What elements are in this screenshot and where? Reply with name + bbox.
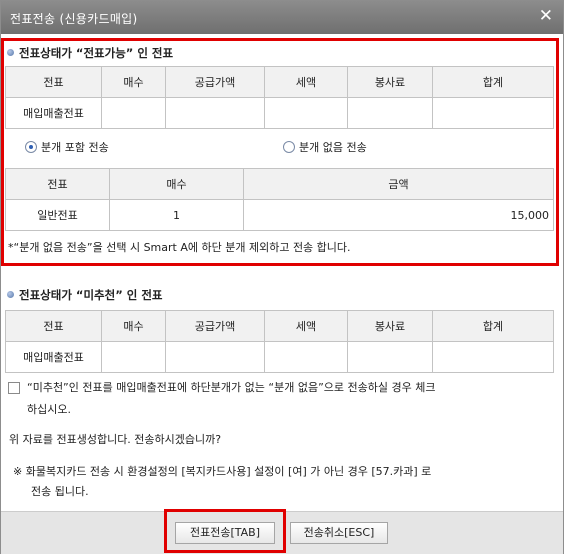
info-message-line2: 전송 됩니다. bbox=[31, 485, 89, 498]
col-header: 봉사료 bbox=[347, 310, 433, 342]
radio-exclude-journal[interactable]: 분개 없음 전송 bbox=[283, 139, 367, 155]
col-header: 매수 bbox=[101, 310, 166, 342]
send-voucher-button[interactable]: 전표전송[TAB] bbox=[175, 522, 275, 544]
table-cell bbox=[432, 341, 554, 373]
table-header-row: 전표 매수 금액 bbox=[5, 168, 554, 200]
col-header: 합계 bbox=[432, 66, 554, 98]
section2-heading: 전표상태가 “미추천” 인 전표 bbox=[7, 287, 163, 303]
checkbox-label-line1: “미추천”인 전표를 매입매출전표에 하단분개가 없는 “분개 없음”으로 전송… bbox=[27, 381, 436, 394]
section1-note: *“분개 없음 전송”을 선택 시 Smart A에 하단 분개 제외하고 전송… bbox=[8, 241, 351, 254]
col-header: 공급가액 bbox=[165, 310, 265, 342]
confirm-message: 위 자료를 전표생성합니다. 전송하시겠습니까? bbox=[9, 433, 222, 446]
col-header: 전표 bbox=[5, 310, 102, 342]
unrecommended-no-journal-checkbox[interactable] bbox=[8, 382, 20, 394]
table-header-row: 전표 매수 공급가액 세액 봉사료 합계 bbox=[5, 310, 554, 342]
col-header: 전표 bbox=[5, 168, 110, 200]
table-cell: 매입매출전표 bbox=[5, 97, 102, 129]
col-header: 공급가액 bbox=[165, 66, 265, 98]
radio-selected-icon[interactable] bbox=[25, 141, 37, 153]
bullet-icon bbox=[7, 49, 14, 56]
table-header-row: 전표 매수 공급가액 세액 봉사료 합계 bbox=[5, 66, 554, 98]
section1-heading: 전표상태가 “전표가능” 인 전표 bbox=[7, 45, 173, 61]
table-cell: 일반전표 bbox=[5, 199, 110, 231]
table-cell bbox=[101, 97, 166, 129]
table-cell: 15,000 bbox=[243, 199, 554, 231]
section1-sales-table: 전표 매수 공급가액 세액 봉사료 합계 매입매출전표 bbox=[5, 66, 554, 129]
table-cell: 1 bbox=[109, 199, 244, 231]
table-cell: 매입매출전표 bbox=[5, 341, 102, 373]
radio-unselected-icon[interactable] bbox=[283, 141, 295, 153]
info-message-line1: ※ 화물복지카드 전송 시 환경설정의 [복지카드사용] 설정이 [여] 가 아… bbox=[13, 465, 432, 478]
col-header: 세액 bbox=[264, 66, 348, 98]
cancel-send-button[interactable]: 전송취소[ESC] bbox=[290, 522, 388, 544]
checkbox-label-line2: 하십시오. bbox=[27, 403, 71, 416]
col-header: 합계 bbox=[432, 310, 554, 342]
table-row: 매입매출전표 bbox=[5, 341, 554, 373]
table-cell bbox=[347, 341, 433, 373]
col-header: 봉사료 bbox=[347, 66, 433, 98]
section2-sales-table: 전표 매수 공급가액 세액 봉사료 합계 매입매출전표 bbox=[5, 310, 554, 373]
col-header: 전표 bbox=[5, 66, 102, 98]
table-cell bbox=[264, 97, 348, 129]
col-header: 매수 bbox=[101, 66, 166, 98]
col-header: 세액 bbox=[264, 310, 348, 342]
table-row: 일반전표 1 15,000 bbox=[5, 199, 554, 231]
table-cell bbox=[347, 97, 433, 129]
window-title: 전표전송 (신용카드매입) bbox=[10, 12, 138, 26]
table-cell bbox=[165, 341, 265, 373]
radio-include-journal[interactable]: 분개 포함 전송 bbox=[25, 139, 109, 155]
col-header: 매수 bbox=[109, 168, 244, 200]
bullet-icon bbox=[7, 291, 14, 298]
table-cell bbox=[165, 97, 265, 129]
table-cell bbox=[264, 341, 348, 373]
section1-general-table: 전표 매수 금액 일반전표 1 15,000 bbox=[5, 168, 554, 231]
send-voucher-dialog: 전표전송 (신용카드매입) ✕ 전표상태가 “전표가능” 인 전표 전표 매수 … bbox=[0, 0, 564, 554]
col-header: 금액 bbox=[243, 168, 554, 200]
title-bar: 전표전송 (신용카드매입) ✕ bbox=[1, 1, 563, 34]
table-row: 매입매출전표 bbox=[5, 97, 554, 129]
table-cell bbox=[432, 97, 554, 129]
close-icon[interactable]: ✕ bbox=[539, 6, 553, 26]
table-cell bbox=[101, 341, 166, 373]
